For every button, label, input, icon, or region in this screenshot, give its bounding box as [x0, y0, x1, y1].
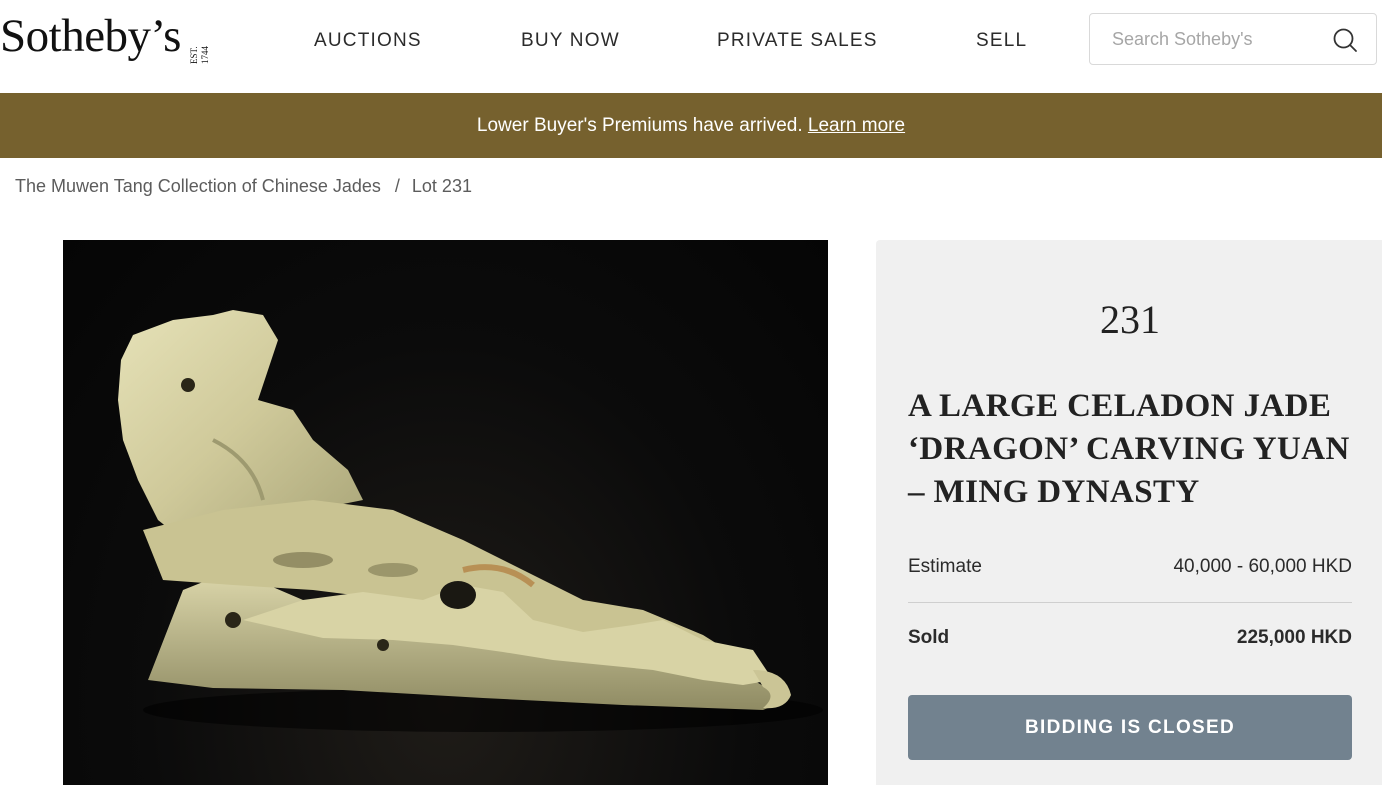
breadcrumb-collection[interactable]: The Muwen Tang Collection of Chinese Jad… [15, 176, 381, 196]
sold-label: Sold [908, 627, 950, 648]
learn-more-link[interactable]: Learn more [808, 115, 905, 136]
logo-wordmark: Sotheby’s [0, 10, 181, 62]
search-icon[interactable] [1332, 27, 1358, 53]
nav-auctions[interactable]: AUCTIONS [314, 30, 422, 52]
bidding-closed-button[interactable]: BIDDING IS CLOSED [908, 695, 1352, 760]
lot-title: A LARGE CELADON JADE ‘DRAGON’ CARVING YU… [908, 388, 1350, 510]
divider [908, 602, 1352, 603]
banner-text: Lower Buyer's Premiums have arrived. [476, 115, 803, 136]
search-input[interactable] [1112, 26, 1332, 52]
nav-sell[interactable]: SELL [976, 30, 1027, 52]
breadcrumb-separator: / [394, 176, 400, 196]
lot-image[interactable] [63, 240, 828, 785]
sold-price: 225,000 HKD [1236, 627, 1352, 648]
search-box[interactable] [1089, 13, 1377, 65]
lot-details-panel: 231 A LARGE CELADON JADE ‘DRAGON’ CARVIN… [876, 240, 1382, 785]
sothebys-logo[interactable]: Sotheby’s EST. 1744 [0, 8, 211, 64]
promo-banner: Lower Buyer's Premiums have arrived. Lea… [0, 93, 1382, 158]
nav-private-sales[interactable]: PRIVATE SALES [717, 30, 878, 52]
breadcrumb: The Muwen Tang Collection of Chinese Jad… [15, 176, 472, 197]
site-header: Sotheby’s EST. 1744 AUCTIONS BUY NOW PRI… [0, 0, 1382, 93]
breadcrumb-lot: Lot 231 [411, 176, 472, 196]
logo-est-mark: EST. 1744 [188, 46, 210, 64]
jade-carving-image [118, 310, 823, 732]
lot-number: 231 [1100, 297, 1160, 342]
estimate-value: 40,000 - 60,000 HKD [1173, 556, 1352, 577]
nav-buy-now[interactable]: BUY NOW [521, 30, 620, 52]
estimate-label: Estimate [908, 556, 982, 577]
